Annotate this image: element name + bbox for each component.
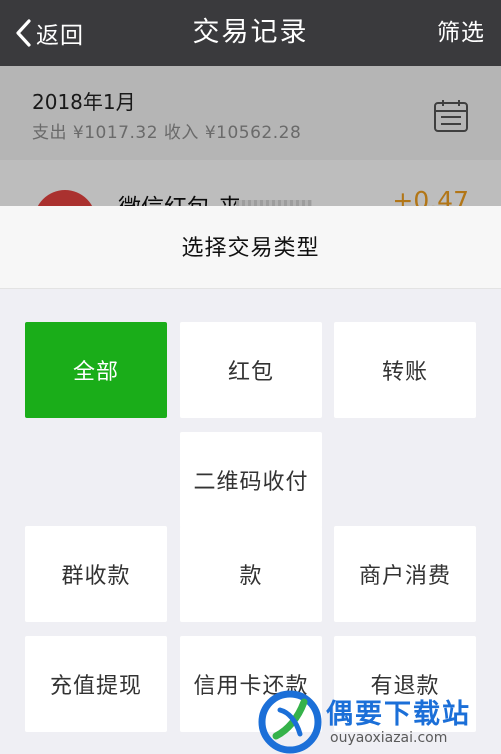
dim-overlay[interactable] [0, 66, 501, 206]
option-payment[interactable]: 款 [180, 526, 322, 622]
option-credit-card-repay[interactable]: 信用卡还款 [180, 636, 322, 732]
chevron-left-icon [14, 18, 32, 48]
sheet-title: 选择交易类型 [181, 236, 320, 261]
back-button[interactable]: 返回 [14, 14, 84, 52]
option-topup-withdraw[interactable]: 充值提现 [25, 636, 167, 732]
back-label: 返回 [36, 23, 84, 49]
option-group-collection[interactable]: 群收款 [25, 526, 167, 622]
option-all[interactable]: 全部 [25, 322, 167, 418]
option-merchant-spending[interactable]: 商户消费 [334, 526, 476, 622]
option-qr-payment[interactable]: 二维码收付 [180, 432, 322, 528]
filter-button[interactable]: 筛选 [437, 14, 485, 52]
transaction-records-screen: 返回 交易记录 筛选 2018年1月 支出 ¥1017.32 收入 ¥10562… [0, 0, 501, 754]
transaction-type-sheet: 选择交易类型 全部 红包 转账 二维码收付 群收款 款 商户消费 充值提现 信用… [0, 206, 501, 754]
option-red-packet[interactable]: 红包 [180, 322, 322, 418]
navbar: 返回 交易记录 筛选 [0, 0, 501, 66]
option-refund[interactable]: 有退款 [334, 636, 476, 732]
option-transfer[interactable]: 转账 [334, 322, 476, 418]
sheet-header: 选择交易类型 [0, 206, 501, 289]
